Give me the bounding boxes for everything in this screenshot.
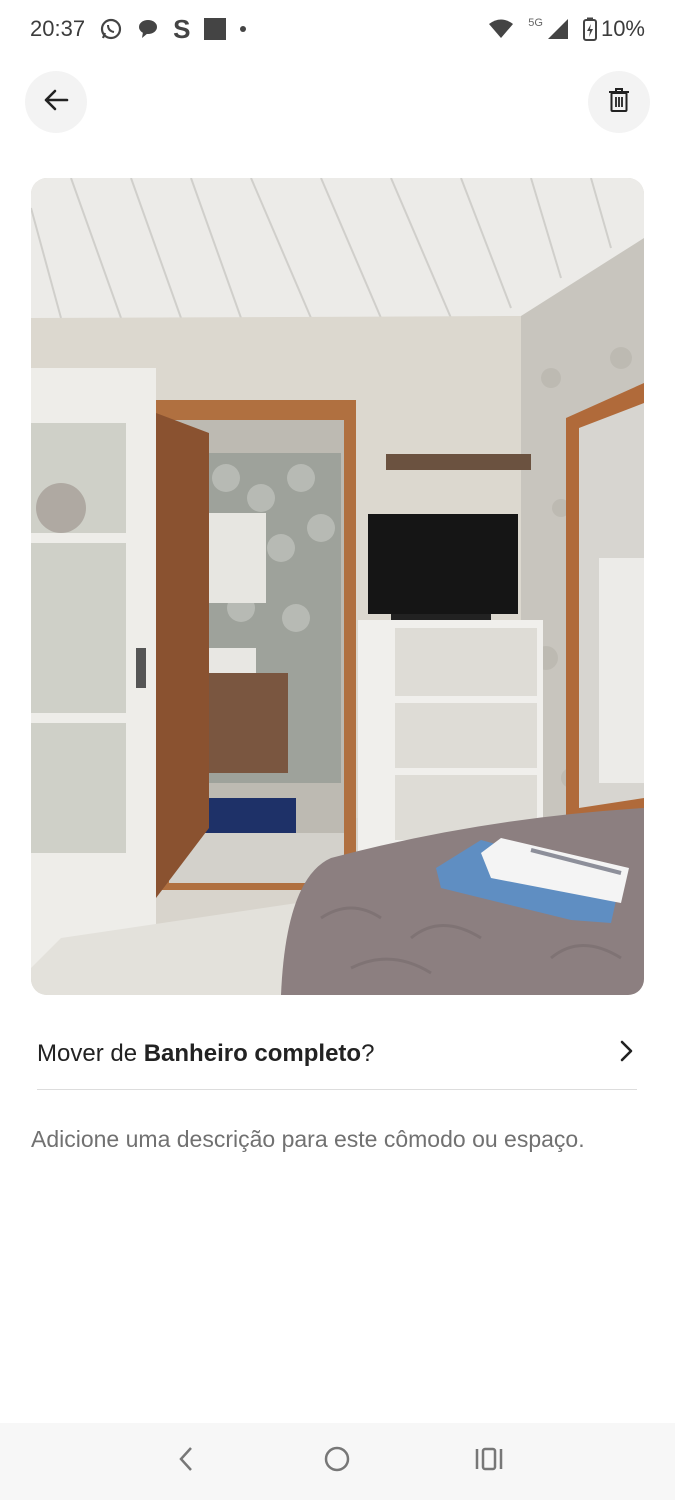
square-notification-icon	[204, 18, 227, 40]
network-type: 5G	[528, 17, 543, 29]
status-time: 20:37	[30, 16, 86, 41]
move-room-text: Mover de Banheiro completo?	[37, 1040, 374, 1068]
whatsapp-icon	[99, 17, 123, 41]
status-bar: 20:37 S 5G 10%	[0, 0, 675, 58]
arrow-left-icon	[43, 87, 69, 118]
status-left: 20:37 S	[30, 13, 247, 45]
nav-recents-icon	[474, 1446, 504, 1477]
move-suffix: ?	[361, 1039, 375, 1067]
room-photo[interactable]	[31, 178, 644, 995]
nav-recents-button[interactable]	[459, 1432, 519, 1492]
back-button[interactable]	[25, 71, 87, 133]
description-field[interactable]: Adicione uma descrição para este cômodo …	[31, 1120, 621, 1158]
wifi-icon	[488, 19, 514, 39]
nav-back-button[interactable]	[156, 1432, 216, 1492]
chevron-right-icon	[619, 1039, 635, 1068]
move-room-name: Banheiro completo	[143, 1039, 362, 1067]
nav-home-button[interactable]	[307, 1432, 367, 1492]
status-right: 5G 10%	[488, 16, 645, 42]
system-nav-bar	[0, 1423, 675, 1500]
chat-bubble-icon	[137, 18, 159, 40]
delete-photo-button[interactable]	[588, 71, 650, 133]
cell-signal-icon	[547, 18, 569, 40]
move-room-row[interactable]: Mover de Banheiro completo?	[37, 1018, 637, 1090]
dot-icon	[240, 26, 247, 32]
battery-level: 10%	[600, 16, 645, 41]
nav-back-icon	[176, 1445, 196, 1478]
trash-icon	[608, 87, 630, 118]
battery-icon	[582, 17, 597, 41]
move-prefix: Mover de	[37, 1039, 144, 1067]
s-app-icon: S	[173, 13, 191, 44]
screen: 20:37 S 5G 10% Mover de Banheiro complet…	[0, 0, 675, 1500]
nav-home-icon	[323, 1445, 351, 1478]
